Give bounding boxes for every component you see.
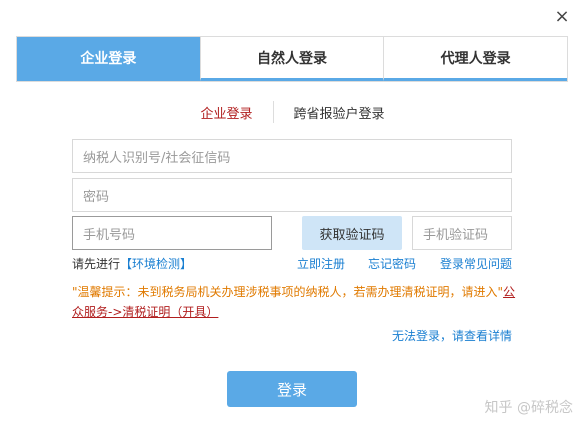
cant-login-link[interactable]: 无法登录，请查看详情	[392, 327, 512, 344]
env-check-link[interactable]: 【环境检测】	[120, 257, 192, 271]
login-faq-link[interactable]: 登录常见问题	[440, 255, 512, 272]
phone-input[interactable]: 手机号码	[72, 216, 272, 250]
warm-tip: "温馨提示：未到税务局机关办理涉税事项的纳税人，若需办理清税证明，请进入"公众服…	[72, 282, 518, 322]
forgot-password-link[interactable]: 忘记密码	[368, 255, 416, 272]
env-check-prefix: 请先进行	[72, 257, 121, 271]
password-input[interactable]: 密码	[72, 178, 512, 212]
sms-code-input[interactable]: 手机验证码	[412, 216, 512, 250]
tab-agent-login[interactable]: 代理人登录	[384, 37, 568, 81]
tab-enterprise-login[interactable]: 企业登录	[17, 37, 201, 81]
close-icon[interactable]: ×	[551, 6, 573, 28]
env-check-prompt: 请先进行【环境检测】	[72, 255, 192, 272]
watermark: 知乎 @碎税念	[484, 400, 573, 416]
login-type-tabs: 企业登录 自然人登录 代理人登录	[16, 36, 568, 82]
register-link[interactable]: 立即注册	[297, 255, 345, 272]
subtab-enterprise-login[interactable]: 企业登录	[180, 103, 272, 122]
taxpayer-id-input[interactable]: 纳税人识别号/社会征信码	[72, 139, 512, 173]
subtabs: 企业登录 跨省报验户登录	[0, 100, 585, 124]
login-button[interactable]: 登录	[227, 371, 357, 407]
warm-tip-text: "温馨提示：未到税务局机关办理涉税事项的纳税人，若需办理清税证明，请进入"	[72, 285, 504, 299]
links-row: 请先进行【环境检测】 立即注册 忘记密码 登录常见问题	[72, 255, 512, 273]
subtab-cross-province-login[interactable]: 跨省报验户登录	[274, 103, 405, 122]
get-code-button[interactable]: 获取验证码	[302, 216, 402, 250]
tab-individual-login[interactable]: 自然人登录	[200, 37, 385, 81]
